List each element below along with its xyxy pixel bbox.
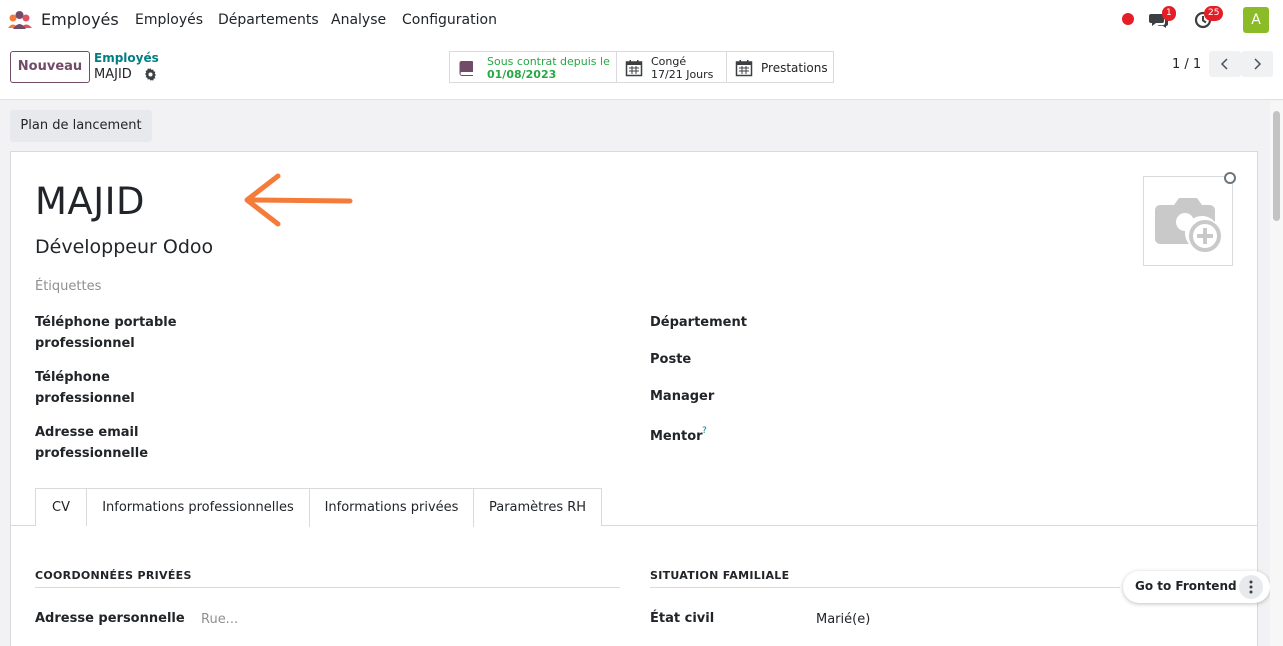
prestations-smart-button[interactable]: Prestations [726,51,834,83]
breadcrumb-parent[interactable]: Employés [94,51,159,65]
help-tooltip-icon[interactable]: ? [702,426,707,436]
street-input[interactable]: Rue... [201,612,238,627]
work-phone-label: Téléphone professionnel [35,370,135,406]
family-status-title: SITUATION FAMILIALE [650,569,790,582]
menu-analyse[interactable]: Analyse [331,12,386,28]
marital-status-select[interactable]: Marié(e) [816,612,870,627]
section-divider [35,587,620,588]
home-address-label: Adresse personnelle [35,611,185,626]
more-options-button[interactable] [1239,575,1263,599]
employee-photo[interactable] [1143,176,1233,266]
menu-employes[interactable]: Employés [135,12,203,28]
status-dot-icon[interactable] [1122,13,1134,25]
menu-departements[interactable]: Départements [218,12,319,28]
annotation-arrow-icon [244,173,353,227]
tab-private-info[interactable]: Informations privées [309,488,474,527]
menu-configuration[interactable]: Configuration [402,12,497,28]
tab-work-info[interactable]: Informations professionnelles [86,488,310,526]
contract-smart-button[interactable]: Sous contrat depuis le 01/08/2023 [449,51,617,83]
book-icon [459,61,473,76]
kebab-icon [1249,580,1253,594]
pager-next-button[interactable] [1241,51,1273,77]
priority-toggle[interactable] [1224,172,1236,184]
top-navbar: Employés Employés Départements Analyse C… [0,0,1283,40]
marital-status-label: État civil [650,611,715,626]
chevron-right-icon [1254,58,1262,70]
calendar-icon [625,60,643,77]
employee-name[interactable]: MAJID [35,180,145,223]
pager-value[interactable]: 1 / 1 [1172,57,1201,72]
gear-icon[interactable] [144,68,157,81]
tab-cv[interactable]: CV [35,488,87,526]
camera-plus-icon [1155,198,1221,252]
manager-label: Manager [650,389,715,404]
scrollbar-thumb[interactable] [1273,111,1280,221]
leave-label: Congé [651,55,687,68]
pager-previous-button[interactable] [1209,51,1241,77]
app-title[interactable]: Employés [41,10,119,29]
activities-badge: 25 [1204,6,1224,21]
leave-smart-button[interactable]: Congé 17/21 Jours [616,51,727,83]
launch-plan-button[interactable]: Plan de lancement [10,110,152,142]
work-email-label: Adresse email professionnelle [35,425,149,461]
department-label: Département [650,315,747,330]
tags-field[interactable]: Étiquettes [35,279,101,294]
page-scrollbar[interactable] [1270,101,1283,646]
go-to-frontend-widget: Go to Frontend [1123,571,1270,603]
private-contact-title: COORDONNÉES PRIVÉES [35,569,192,582]
job-title[interactable]: Développeur Odoo [35,236,213,258]
user-avatar[interactable]: A [1243,7,1269,33]
breadcrumb-current: MAJID [94,67,132,82]
tab-hr-settings[interactable]: Paramètres RH [473,488,602,526]
contract-since-label: Sous contrat depuis le [487,55,610,68]
control-panel: Nouveau Employés MAJID Sous contrat depu… [0,40,1283,100]
job-position-label: Poste [650,352,692,367]
employees-app-icon[interactable] [7,10,33,30]
new-button[interactable]: Nouveau [10,51,90,83]
go-to-frontend-button[interactable]: Go to Frontend [1135,579,1237,593]
mobile-phone-label: Téléphone portable professionnel [35,315,177,351]
form-sheet [10,151,1258,646]
chevron-left-icon [1220,58,1228,70]
leave-days: 17/21 Jours [651,68,714,81]
contract-date: 01/08/2023 [487,68,557,81]
messages-badge: 1 [1162,6,1176,21]
mentor-label: Mentor [650,429,703,444]
section-divider [650,587,1120,588]
calendar-icon [735,60,753,77]
prestations-label: Prestations [761,61,828,75]
